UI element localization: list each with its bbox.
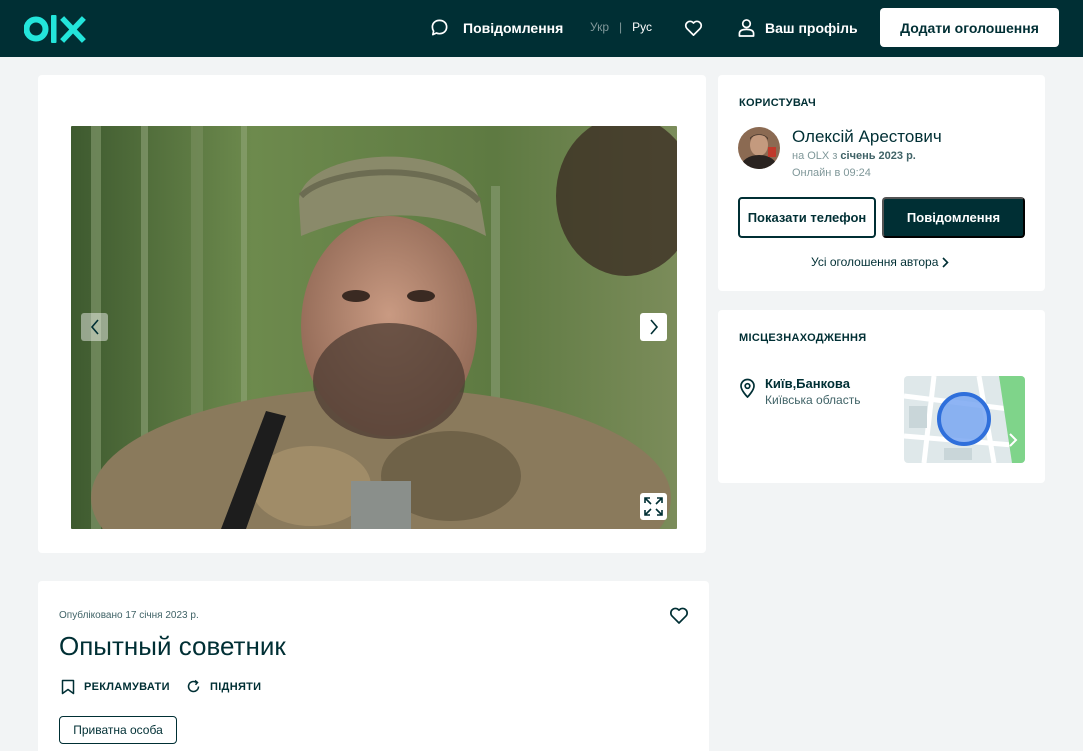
- all-author-ads-link[interactable]: Усі оголошення автора: [811, 255, 950, 269]
- user-icon: [738, 19, 755, 37]
- chevron-right-icon: [942, 256, 950, 268]
- location-section-title: МІСЦЕЗНАХОДЖЕННЯ: [739, 332, 867, 344]
- location-region: Київська область: [765, 393, 861, 407]
- nav-profile-label: Ваш профіль: [765, 19, 858, 36]
- top-header: Повідомлення Укр | Рус Ваш профіль Додат…: [0, 0, 1083, 57]
- nav-messages-link[interactable]: Повідомлення: [430, 18, 563, 37]
- user-name[interactable]: Олексій Арестович: [792, 127, 942, 147]
- member-since-prefix: на OLX з: [792, 150, 838, 162]
- favorite-heart-icon[interactable]: [669, 606, 689, 625]
- avatar-image: [738, 127, 780, 169]
- fullscreen-button[interactable]: [640, 493, 667, 520]
- all-author-ads-label: Усі оголошення автора: [811, 255, 939, 269]
- location-card: МІСЦЕЗНАХОДЖЕННЯ Київ,Банкова Київська о…: [718, 310, 1045, 483]
- location-pin-icon: [740, 378, 755, 398]
- gallery-prev-button[interactable]: [81, 313, 108, 341]
- language-switcher: Укр | Рус: [590, 20, 652, 34]
- raise-label: ПІДНЯТИ: [210, 680, 262, 693]
- user-member-since: на OLX з січень 2023 р.: [792, 150, 916, 162]
- photo-illustration: [71, 126, 677, 529]
- promote-label: РЕКЛАМУВАТИ: [84, 681, 170, 693]
- gallery-card: [38, 75, 706, 553]
- add-ad-button[interactable]: Додати оголошення: [880, 8, 1059, 47]
- seller-type-tag: Приватна особа: [59, 716, 177, 744]
- ad-photo[interactable]: [71, 126, 677, 529]
- chevron-right-icon: [649, 319, 658, 335]
- ad-details-card: Опубліковано 17 січня 2023 р. Опытный со…: [38, 581, 709, 751]
- nav-messages-label: Повідомлення: [463, 19, 564, 36]
- send-message-button[interactable]: Повідомлення: [882, 197, 1025, 238]
- user-online-status: Онлайн в 09:24: [792, 167, 871, 179]
- nav-profile-link[interactable]: Ваш профіль: [738, 18, 858, 37]
- chat-bubble-icon: [431, 19, 448, 36]
- avatar[interactable]: [738, 127, 780, 169]
- location-city: Київ,Банкова: [765, 376, 850, 391]
- gallery-next-button[interactable]: [640, 313, 667, 341]
- lang-rus[interactable]: Рус: [632, 20, 652, 34]
- lang-ukr[interactable]: Укр: [590, 20, 609, 34]
- olx-logo[interactable]: [24, 12, 88, 46]
- show-phone-button[interactable]: Показати телефон: [738, 197, 876, 238]
- location-map[interactable]: [904, 376, 1025, 463]
- member-since-date: січень 2023 р.: [840, 150, 916, 162]
- user-section-title: КОРИСТУВАЧ: [739, 97, 816, 109]
- ad-title: Опытный советник: [59, 631, 286, 661]
- promote-button[interactable]: РЕКЛАМУВАТИ: [61, 679, 170, 695]
- chevron-left-icon: [90, 319, 99, 335]
- published-date: Опубліковано 17 січня 2023 р.: [59, 610, 199, 621]
- bookmark-icon: [61, 679, 75, 695]
- user-card: КОРИСТУВАЧ Олексій Арестович на OLX з сі…: [718, 75, 1045, 291]
- expand-icon: [644, 497, 663, 516]
- lang-separator: |: [619, 20, 623, 34]
- favorites-heart-icon[interactable]: [684, 19, 703, 38]
- raise-button[interactable]: ПІДНЯТИ: [186, 679, 261, 694]
- refresh-icon: [187, 679, 200, 693]
- map-thumbnail: [904, 376, 1025, 463]
